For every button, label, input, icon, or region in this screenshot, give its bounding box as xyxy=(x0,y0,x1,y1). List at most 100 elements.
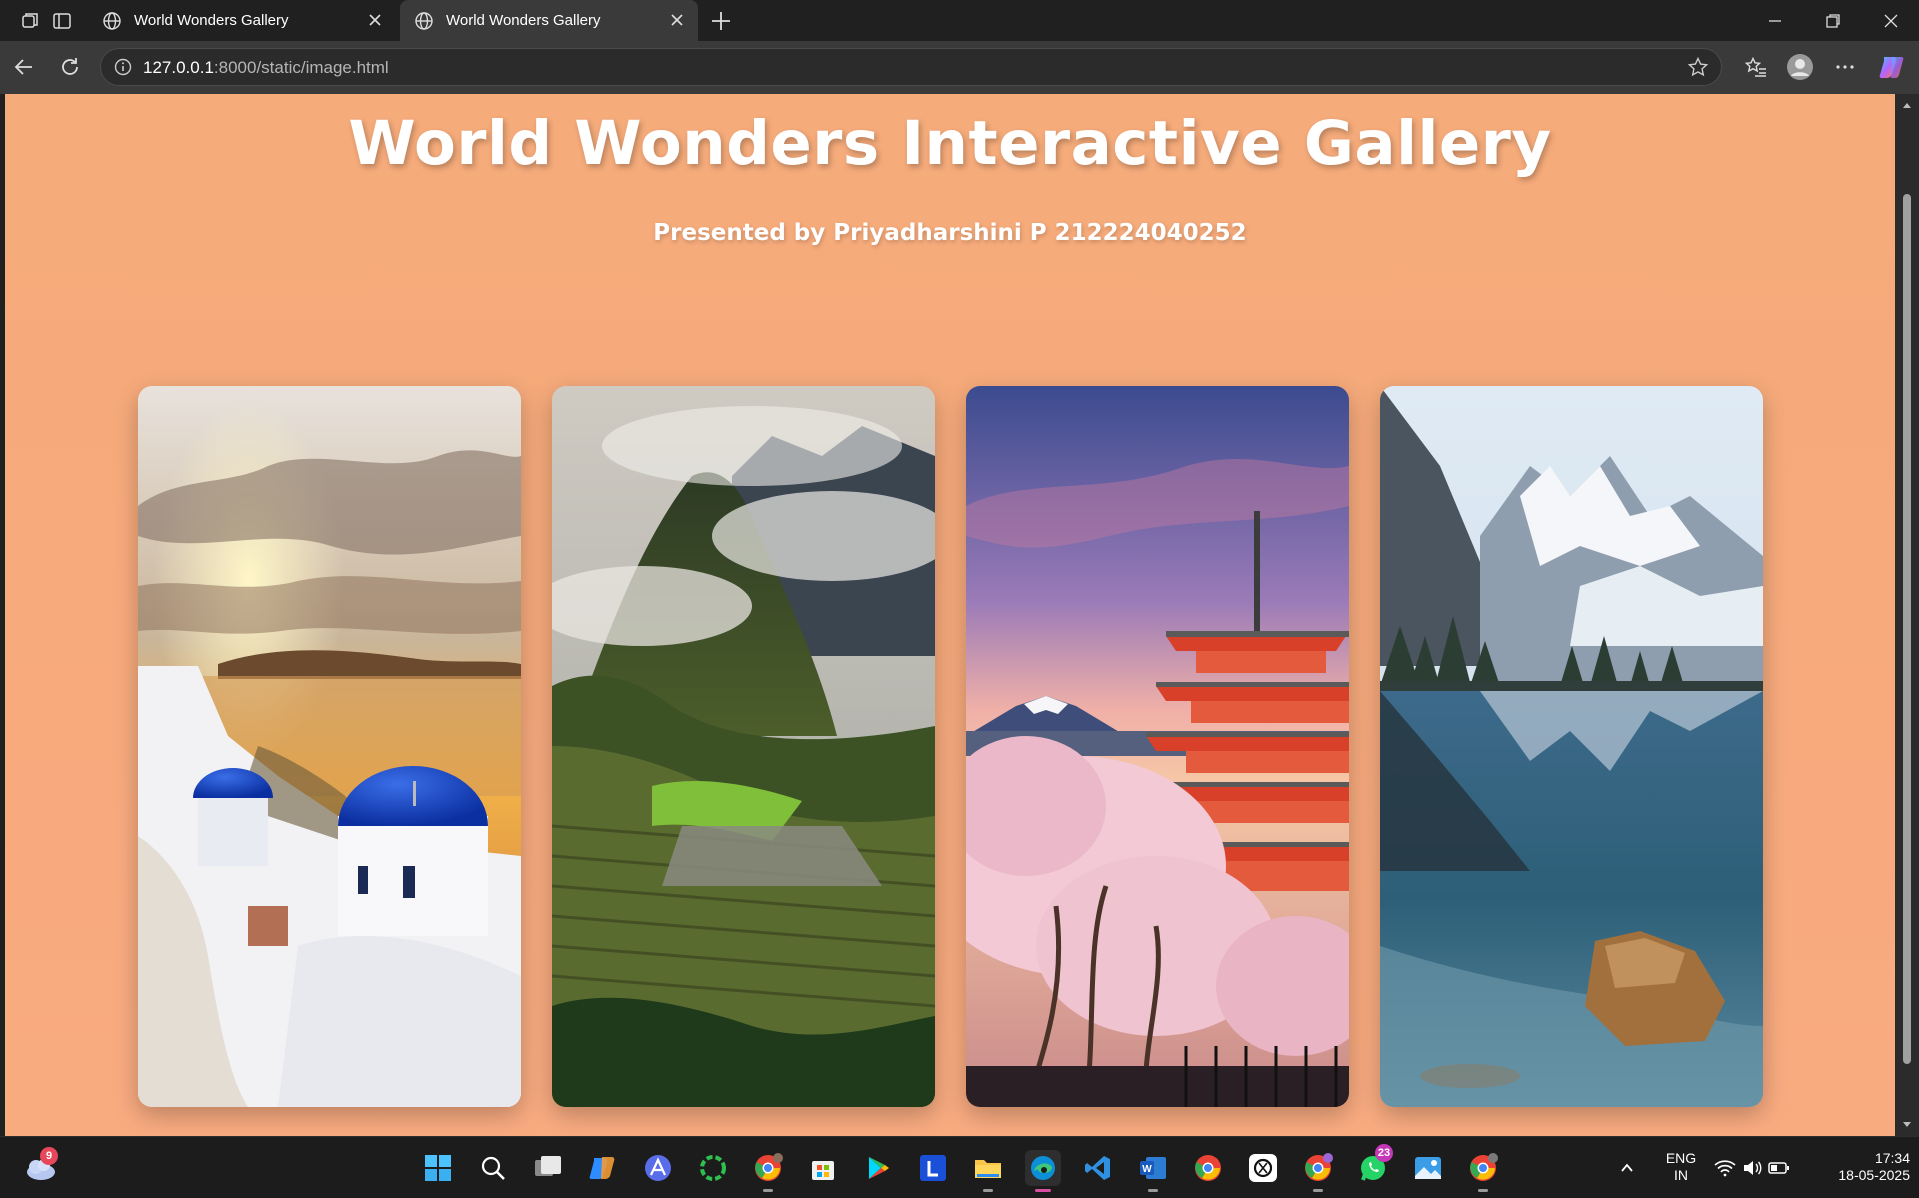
scroll-down-icon[interactable] xyxy=(1901,1118,1913,1130)
scrollbar-thumb[interactable] xyxy=(1903,194,1911,1064)
svg-text:W: W xyxy=(1142,1164,1152,1175)
taskbar-l-app[interactable] xyxy=(915,1150,951,1186)
volume-icon xyxy=(1744,1161,1762,1175)
photos-icon xyxy=(1415,1157,1441,1179)
taskbar-chrome[interactable] xyxy=(1190,1150,1226,1186)
taskbar-photos[interactable] xyxy=(1410,1150,1446,1186)
running-indicator xyxy=(983,1189,993,1192)
chrome-profile-p-icon xyxy=(755,1153,783,1181)
scroll-up-icon[interactable] xyxy=(1901,100,1913,112)
windows-start-icon xyxy=(425,1155,451,1181)
chatgpt-icon xyxy=(1249,1154,1277,1182)
circle-app-icon xyxy=(700,1155,726,1181)
workspaces-icon[interactable] xyxy=(18,9,42,33)
taskbar-word[interactable]: W xyxy=(1135,1150,1171,1192)
word-icon: W xyxy=(1140,1157,1166,1179)
chrome-profile-icon xyxy=(1305,1153,1333,1181)
start-button[interactable] xyxy=(420,1150,456,1186)
l-app-icon xyxy=(920,1155,946,1181)
site-info-icon[interactable] xyxy=(113,57,133,77)
language-line2: IN xyxy=(1674,1167,1688,1183)
copilot-icon[interactable] xyxy=(1877,52,1907,82)
search-icon xyxy=(481,1156,505,1180)
taskbar-play[interactable] xyxy=(860,1150,896,1186)
taskbar-chatgpt[interactable] xyxy=(1245,1150,1281,1186)
page-subtitle: Presented by Priyadharshini P 2122240402… xyxy=(653,220,1247,246)
page-title: World Wonders Interactive Gallery xyxy=(348,108,1552,179)
machu-picchu-image xyxy=(552,386,935,1107)
running-indicator xyxy=(1313,1189,1323,1192)
running-indicator xyxy=(763,1189,773,1192)
close-window-icon[interactable] xyxy=(1878,8,1904,34)
gallery-card-mountain-lake[interactable] xyxy=(1380,386,1763,1107)
running-indicator xyxy=(1148,1189,1158,1192)
tab-strip: World Wonders Gallery World Wonders Gall… xyxy=(0,0,1919,41)
tab-world-wonders-1[interactable]: World Wonders Gallery xyxy=(88,0,396,41)
tab-title: World Wonders Gallery xyxy=(446,12,601,29)
battery-icon xyxy=(1768,1162,1789,1174)
task-view-button[interactable] xyxy=(530,1150,566,1186)
gallery-card-fuji-pagoda[interactable] xyxy=(966,386,1349,1107)
microsoft-store-icon xyxy=(812,1161,834,1180)
new-tab-icon[interactable] xyxy=(708,8,734,34)
santorini-image xyxy=(138,386,521,1107)
google-play-icon xyxy=(869,1157,889,1179)
favorites-icon[interactable] xyxy=(1741,52,1771,82)
taskbar-copilot[interactable] xyxy=(585,1150,621,1186)
search-button[interactable] xyxy=(475,1150,511,1186)
clock[interactable]: 17:34 18-05-2025 xyxy=(1810,1150,1910,1184)
taskbar-chrome-profile-2[interactable] xyxy=(1465,1150,1501,1192)
gallery-card-santorini[interactable] xyxy=(138,386,521,1107)
page-content: World Wonders Interactive Gallery Presen… xyxy=(5,94,1895,1136)
close-tab-icon[interactable] xyxy=(366,11,384,29)
url-text: 127.0.0.1:8000/static/image.html xyxy=(143,58,389,78)
show-hidden-icons-button[interactable] xyxy=(1615,1150,1639,1186)
task-view-icon xyxy=(535,1156,561,1176)
language-line1: ENG xyxy=(1665,1150,1697,1166)
chrome-profile-2-icon xyxy=(1470,1153,1498,1181)
edge-icon xyxy=(1031,1156,1055,1180)
language-indicator[interactable]: ENG IN xyxy=(1658,1150,1704,1184)
minimize-icon[interactable] xyxy=(1762,8,1788,34)
mountain-lake-image xyxy=(1380,386,1763,1107)
active-indicator xyxy=(1035,1189,1051,1192)
favorite-star-icon[interactable] xyxy=(1687,56,1709,78)
chevron-up-icon xyxy=(1621,1163,1633,1172)
taskbar-store[interactable] xyxy=(805,1150,841,1186)
url-path: :8000/static/image.html xyxy=(213,58,389,77)
refresh-icon[interactable] xyxy=(55,52,85,82)
tab-world-wonders-2[interactable]: World Wonders Gallery xyxy=(400,0,698,41)
taskbar-explorer[interactable] xyxy=(970,1150,1006,1192)
taskbar-chrome-profile[interactable] xyxy=(1300,1150,1336,1192)
vertical-tabs-icon[interactable] xyxy=(50,9,74,33)
running-indicator xyxy=(1478,1189,1488,1192)
fuji-pagoda-image xyxy=(966,386,1349,1107)
weather-widget[interactable]: 9 xyxy=(22,1147,58,1186)
taskbar-circle-app[interactable] xyxy=(695,1150,731,1186)
more-options-icon[interactable] xyxy=(1830,52,1860,82)
back-icon[interactable] xyxy=(9,52,39,82)
address-bar[interactable]: 127.0.0.1:8000/static/image.html xyxy=(100,48,1722,86)
tab-title: World Wonders Gallery xyxy=(134,12,289,29)
browser-toolbar: 127.0.0.1:8000/static/image.html xyxy=(0,41,1919,94)
app-a-icon xyxy=(645,1155,671,1181)
taskbar-chrome-p[interactable] xyxy=(750,1150,786,1192)
restore-icon[interactable] xyxy=(1820,8,1846,34)
taskbar-whatsapp[interactable]: 23 xyxy=(1355,1144,1393,1186)
taskbar-edge[interactable] xyxy=(1025,1150,1061,1192)
vscode-icon xyxy=(1085,1156,1110,1180)
taskbar-vscode[interactable] xyxy=(1080,1150,1116,1186)
wifi-icon xyxy=(1714,1160,1736,1177)
clock-time: 17:34 xyxy=(1874,1150,1910,1166)
profile-avatar-icon[interactable] xyxy=(1785,52,1815,82)
chrome-icon xyxy=(1195,1155,1221,1181)
globe-icon xyxy=(415,11,433,30)
url-host: 127.0.0.1 xyxy=(143,58,214,77)
close-tab-icon[interactable] xyxy=(668,11,686,29)
vertical-scrollbar[interactable] xyxy=(1895,94,1919,1136)
gallery-card-machu-picchu[interactable] xyxy=(552,386,935,1107)
quick-settings-button[interactable] xyxy=(1712,1150,1792,1186)
clock-date: 18-05-2025 xyxy=(1838,1167,1910,1183)
taskbar-app-a[interactable] xyxy=(640,1150,676,1186)
weather-badge: 9 xyxy=(40,1147,58,1165)
